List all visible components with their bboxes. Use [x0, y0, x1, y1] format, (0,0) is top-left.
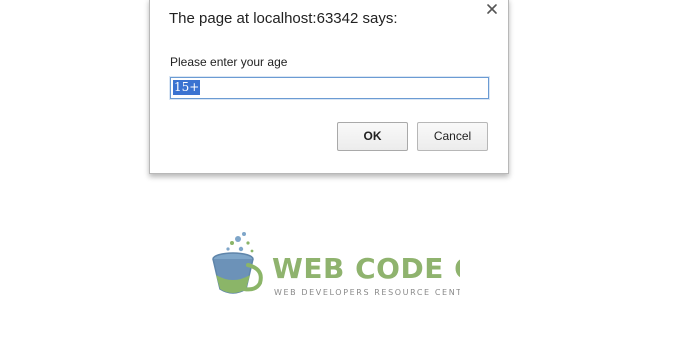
age-input-value: 15+: [173, 80, 201, 95]
page: The page at localhost:63342 says: Please…: [0, 0, 683, 361]
web-code-geeks-logo: WEB CODE GEEKS WEB DEVELOPERS RESOURCE C…: [208, 229, 559, 301]
dialog-title: The page at localhost:63342 says:: [169, 10, 398, 27]
logo-graphic: WEB CODE GEEKS WEB DEVELOPERS RESOURCE C…: [212, 232, 559, 297]
close-icon: [487, 4, 497, 14]
logo-bucket-icon: [212, 232, 263, 294]
ok-button[interactable]: OK: [337, 122, 408, 151]
cancel-button[interactable]: Cancel: [417, 122, 488, 151]
age-input[interactable]: 15+: [170, 77, 489, 99]
prompt-message: Please enter your age: [170, 55, 288, 69]
close-button[interactable]: [485, 2, 499, 16]
logo-tagline: WEB DEVELOPERS RESOURCE CENTER: [274, 288, 460, 297]
prompt-dialog: The page at localhost:63342 says: Please…: [149, 0, 509, 174]
logo-title: WEB CODE GEEKS: [272, 252, 460, 285]
